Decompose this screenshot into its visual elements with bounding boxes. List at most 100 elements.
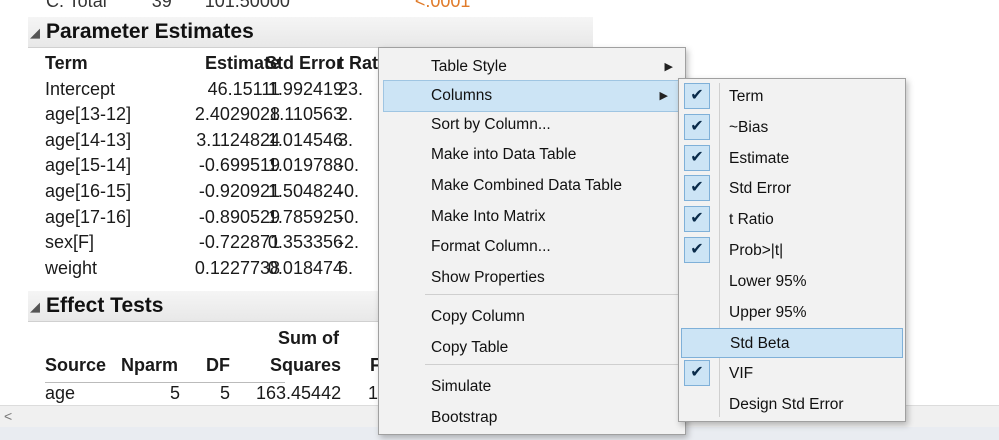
menu-item-make-into-data-table[interactable]: Make into Data Table: [379, 140, 685, 170]
menu-item-simulate[interactable]: Simulate: [379, 372, 685, 402]
checkmark-icon: ✔: [684, 83, 710, 109]
column-option-prob-t[interactable]: ✔ Prob>|t|: [681, 236, 903, 266]
std-error-cell: 0.353356: [267, 232, 343, 253]
col-header-t-ratio[interactable]: t Rat: [338, 53, 378, 74]
menu-item-sort-by-column[interactable]: Sort by Column...: [379, 110, 685, 140]
column-option-term[interactable]: ✔ Term: [681, 82, 903, 112]
checkmark-icon: ✔: [684, 237, 710, 263]
t-ratio-cell: -0.: [338, 180, 360, 201]
menu-item-copy-column[interactable]: Copy Column: [379, 302, 685, 332]
menu-item-label: Columns: [431, 87, 493, 104]
column-option-label: Prob>|t|: [729, 242, 784, 259]
parameter-estimates-header[interactable]: ◢ Parameter Estimates: [28, 17, 593, 48]
menu-item-label: Copy Column: [431, 308, 525, 325]
column-option-estimate[interactable]: ✔ Estimate: [681, 144, 903, 174]
column-option-bias[interactable]: ✔ ~Bias: [681, 113, 903, 143]
col-header-term[interactable]: Term: [45, 53, 88, 74]
section-title: Parameter Estimates: [46, 20, 254, 43]
t-ratio-cell: -2.: [338, 232, 360, 253]
t-ratio-cell: 3.: [338, 129, 354, 150]
term-cell: weight: [45, 257, 98, 278]
column-option-vif[interactable]: ✔ VIF: [681, 359, 903, 389]
menu-item-label: Show Properties: [431, 269, 545, 286]
std-error-cell: 1.110563: [269, 104, 343, 125]
effect-f: 1: [368, 383, 379, 403]
menu-separator: [425, 364, 681, 365]
checkmark-icon: ✔: [684, 360, 710, 387]
checkmark-icon: ✔: [684, 206, 710, 233]
std-error-cell: 1.019788: [267, 155, 343, 176]
col-header-std-error[interactable]: Std Error: [245, 53, 343, 74]
column-option-label: Estimate: [729, 149, 790, 167]
collapse-triangle-icon[interactable]: ◢: [30, 25, 40, 41]
menu-item-label: Make Into Matrix: [431, 208, 546, 225]
column-option-std-beta[interactable]: Std Beta: [681, 328, 903, 359]
col-header-source[interactable]: Source: [45, 355, 106, 376]
menu-item-label: Copy Table: [431, 339, 509, 356]
menu-item-label: Table Style: [431, 58, 507, 75]
effect-source: age: [45, 383, 76, 403]
std-error-cell: 1.014546: [267, 129, 343, 150]
menu-item-label: Simulate: [431, 378, 492, 395]
menu-item-label: Make Combined Data Table: [431, 177, 622, 194]
column-option-label: Std Error: [729, 180, 792, 198]
menu-item-label: Format Column...: [431, 238, 551, 255]
t-ratio-cell: 23.: [338, 78, 364, 99]
checkmark-icon: ✔: [684, 175, 710, 202]
menu-item-make-combined-data-table[interactable]: Make Combined Data Table: [379, 171, 685, 201]
context-menu: Table Style ▶ Columns ▶ Sort by Column... Mak…: [378, 47, 686, 435]
total-ss: 101.50000: [204, 0, 290, 11]
std-error-cell: 1.785925: [267, 206, 343, 227]
effect-nparm: 5: [170, 383, 181, 403]
submenu-arrow-icon: ▶: [664, 61, 673, 73]
column-option-label: VIF: [729, 365, 754, 383]
t-ratio-cell: 2.: [338, 104, 354, 125]
column-option-label: ~Bias: [729, 118, 769, 136]
menu-item-copy-table[interactable]: Copy Table: [379, 333, 685, 363]
total-pvalue: <.0001: [414, 0, 471, 11]
menu-item-bootstrap[interactable]: Bootstrap: [379, 403, 685, 433]
menu-item-label: Sort by Column...: [431, 116, 551, 133]
checkmark-icon: ✔: [684, 113, 710, 140]
column-option-label: Lower 95%: [729, 272, 807, 290]
column-option-std-error[interactable]: ✔ Std Error: [681, 174, 903, 204]
columns-submenu: ✔ Term ✔ ~Bias ✔ Estimate ✔ Std Error ✔ t Ratio ✔ P…: [678, 78, 906, 422]
std-error-cell: 0.018474: [267, 257, 343, 278]
total-df: 39: [151, 0, 172, 11]
t-ratio-cell: -0.: [338, 155, 360, 176]
col-header-nparm[interactable]: Nparm: [121, 355, 178, 376]
column-option-upper-95[interactable]: Upper 95%: [681, 298, 903, 328]
menu-item-columns[interactable]: Columns ▶: [383, 80, 681, 112]
term-cell: Intercept: [45, 78, 116, 99]
term-cell: age[15-14]: [45, 155, 132, 176]
effect-ss: 163.45442: [256, 383, 342, 403]
term-cell: age[13-12]: [45, 104, 132, 125]
menu-item-format-column[interactable]: Format Column...: [379, 232, 685, 262]
std-error-cell: 1.504824: [267, 180, 343, 201]
effect-df: 5: [220, 383, 231, 403]
submenu-arrow-icon: ▶: [659, 90, 668, 102]
col-header-df[interactable]: DF: [206, 355, 230, 376]
t-ratio-cell: -0.: [338, 206, 360, 227]
menu-item-show-properties[interactable]: Show Properties: [379, 263, 685, 293]
t-ratio-cell: 6.: [338, 257, 354, 278]
column-option-lower-95[interactable]: Lower 95%: [681, 267, 903, 297]
clipped-total-row: C. Total 39 101.50000 <.0001: [46, 0, 470, 12]
menu-item-label: Make into Data Table: [431, 146, 577, 163]
checkmark-icon: ✔: [684, 144, 710, 171]
menu-item-table-style[interactable]: Table Style ▶: [379, 52, 685, 82]
term-cell: sex[F]: [45, 232, 95, 253]
std-error-cell: 1.992419: [267, 78, 343, 99]
menu-item-make-into-matrix[interactable]: Make Into Matrix: [379, 202, 685, 232]
col-header-sum-of: Sum of: [278, 328, 339, 348]
column-option-label: Upper 95%: [729, 303, 807, 321]
scroll-left-icon[interactable]: <: [4, 408, 12, 424]
term-cell: age[17-16]: [45, 206, 132, 227]
collapse-triangle-icon[interactable]: ◢: [30, 299, 40, 315]
column-option-design-std-error[interactable]: Design Std Error: [681, 390, 903, 420]
section-title: Effect Tests: [46, 294, 164, 317]
col-header-squares[interactable]: Squares: [270, 355, 341, 376]
column-option-label: Std Beta: [730, 335, 790, 353]
column-option-t-ratio[interactable]: ✔ t Ratio: [681, 205, 903, 235]
term-cell: age[14-13]: [45, 129, 132, 150]
